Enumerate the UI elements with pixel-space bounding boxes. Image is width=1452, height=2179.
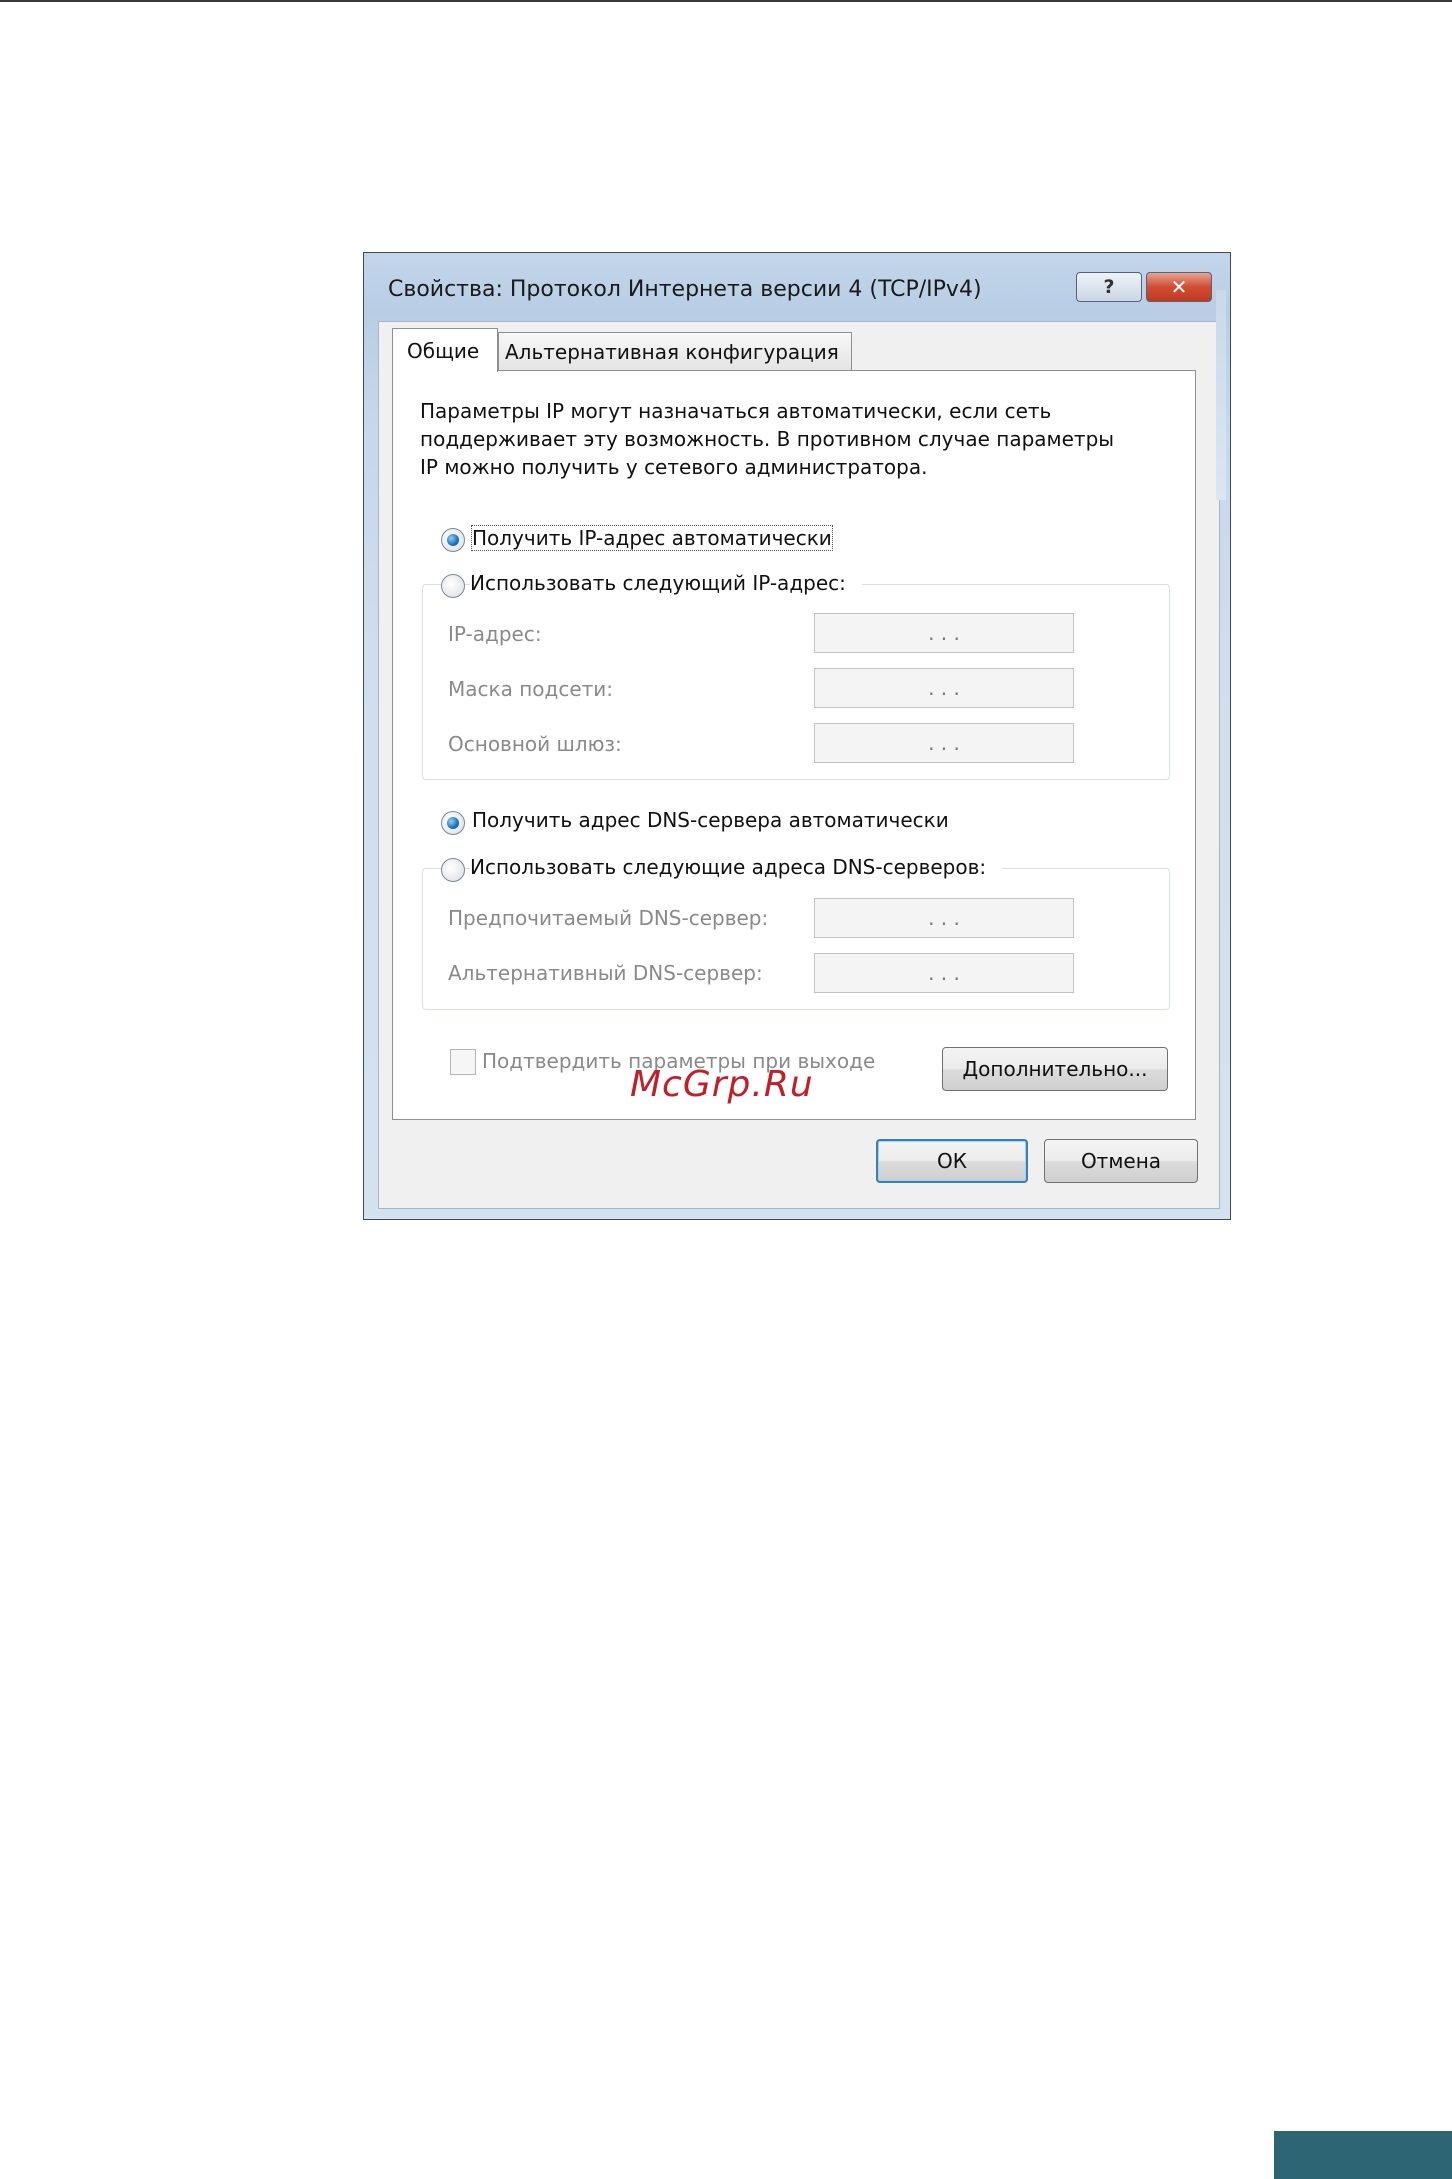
tab-general-label: Общие: [407, 338, 480, 363]
dns-auto-label[interactable]: Получить адрес DNS-сервера автоматически: [472, 808, 949, 832]
tab-alternate-label: Альтернативная конфигурация: [505, 339, 839, 364]
cancel-button[interactable]: Отмена: [1044, 1139, 1198, 1183]
watermark-text: McGrp.Ru: [630, 1064, 814, 1105]
close-icon: ✕: [1170, 275, 1188, 299]
advanced-button[interactable]: Дополнительно...: [942, 1047, 1168, 1091]
close-button[interactable]: ✕: [1146, 272, 1212, 302]
alternate-dns-label: Альтернативный DNS-сервер:: [448, 961, 763, 985]
preferred-dns-label: Предпочитаемый DNS-сервер:: [448, 906, 769, 930]
alternate-dns-field[interactable]: . . .: [814, 953, 1074, 993]
description-line-1: Параметры IP могут назначаться автоматич…: [420, 399, 1052, 423]
ok-button[interactable]: ОК: [876, 1139, 1028, 1183]
tab-general[interactable]: Общие: [392, 328, 498, 372]
dialog-titlebar[interactable]: Свойства: Протокол Интернета версии 4 (T…: [364, 253, 1230, 323]
default-gateway-label: Основной шлюз:: [448, 732, 622, 756]
window-edge-highlight: [1216, 290, 1226, 500]
description-line-2: поддерживает эту возможность. В противно…: [420, 427, 1115, 451]
ip-address-field[interactable]: . . .: [814, 613, 1074, 653]
page-top-rule: [0, 0, 1452, 2]
page-corner-tab: [1274, 2131, 1452, 2179]
description-line-3: IP можно получить у сетевого администрат…: [420, 455, 928, 479]
subnet-mask-label: Маска подсети:: [448, 677, 614, 701]
help-icon: ?: [1103, 276, 1115, 298]
tab-alternate-configuration[interactable]: Альтернативная конфигурация: [498, 332, 852, 370]
dialog-title: Свойства: Протокол Интернета версии 4 (T…: [388, 277, 982, 302]
help-button[interactable]: ?: [1076, 272, 1142, 302]
ip-manual-label[interactable]: Использовать следующий IP-адрес:: [470, 571, 862, 595]
subnet-mask-field[interactable]: . . .: [814, 668, 1074, 708]
ip-auto-radio[interactable]: [441, 528, 465, 552]
validate-on-exit-checkbox[interactable]: [450, 1049, 476, 1075]
ip-manual-radio[interactable]: [441, 574, 465, 598]
dns-auto-radio[interactable]: [441, 811, 465, 835]
preferred-dns-field[interactable]: . . .: [814, 898, 1074, 938]
dns-manual-radio[interactable]: [441, 858, 465, 882]
dns-manual-label[interactable]: Использовать следующие адреса DNS-сервер…: [470, 855, 1003, 879]
ip-address-label: IP-адрес:: [448, 622, 542, 646]
default-gateway-field[interactable]: . . .: [814, 723, 1074, 763]
ip-auto-label[interactable]: Получить IP-адрес автоматически: [471, 525, 833, 551]
